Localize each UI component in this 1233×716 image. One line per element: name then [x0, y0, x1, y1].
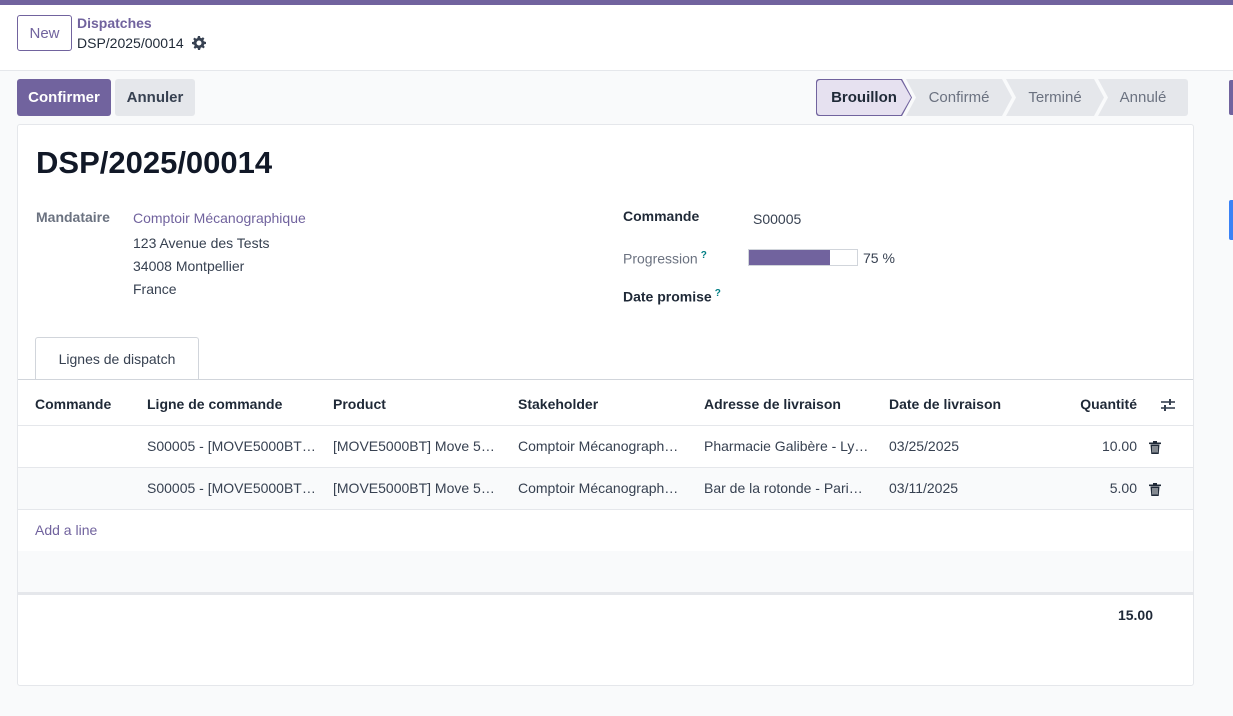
address-line: 123 Avenue des Tests	[133, 235, 270, 251]
column-header[interactable]: Date de livraison	[883, 383, 1033, 426]
column-header[interactable]: Commande	[18, 383, 141, 426]
form-sheet: DSP/2025/00014 Mandataire Comptoir Mécan…	[17, 124, 1194, 686]
tab-divider	[18, 379, 1193, 380]
empty-row	[18, 551, 1193, 593]
stage-annule[interactable]: Annulé	[1098, 79, 1188, 116]
address-line: France	[133, 281, 177, 297]
help-icon[interactable]: ?	[701, 250, 707, 261]
record-title: DSP/2025/00014	[36, 145, 273, 180]
table-header-row: Commande Ligne de commande Product Stake…	[18, 383, 1193, 426]
trash-icon[interactable]	[1149, 440, 1161, 454]
cell-ligne[interactable]: S00005 - [MOVE5000BT…	[141, 467, 327, 510]
dispatch-lines-table: Commande Ligne de commande Product Stake…	[18, 383, 1193, 552]
column-header[interactable]: Stakeholder	[512, 383, 698, 426]
cancel-button[interactable]: Annuler	[115, 79, 195, 116]
breadcrumb-current: DSP/2025/00014	[77, 35, 206, 51]
progress-bar	[748, 249, 858, 266]
stage-label: Confirmé	[928, 89, 990, 106]
mandataire-label: Mandataire	[36, 209, 110, 225]
stage-termine[interactable]: Terminé	[1006, 79, 1104, 116]
cell-commande[interactable]	[18, 467, 141, 510]
status-bar: Brouillon Confirmé Terminé Annulé	[816, 79, 1188, 116]
help-icon[interactable]: ?	[715, 288, 721, 299]
cell-ligne[interactable]: S00005 - [MOVE5000BT…	[141, 425, 327, 468]
gear-icon[interactable]	[191, 36, 206, 50]
date-promise-label-text: Date promise	[623, 288, 712, 305]
trash-icon[interactable]	[1149, 482, 1161, 496]
side-indicator	[1229, 200, 1233, 240]
commande-label: Commande	[623, 208, 700, 224]
commande-value[interactable]: S00005	[753, 211, 801, 227]
action-buttons: Confirmer Annuler	[17, 79, 195, 116]
stage-label: Terminé	[1028, 89, 1082, 106]
tab-lignes-de-dispatch[interactable]: Lignes de dispatch	[35, 337, 199, 380]
progression-label-text: Progression	[623, 250, 698, 267]
cell-delete[interactable]	[1143, 425, 1193, 468]
column-header[interactable]: Product	[327, 383, 512, 426]
cell-product[interactable]: [MOVE5000BT] Move 5…	[327, 425, 512, 468]
stage-brouillon[interactable]: Brouillon	[816, 79, 912, 116]
address-line: 34008 Montpellier	[133, 258, 245, 274]
stage-label: Brouillon	[831, 89, 897, 106]
cell-quantite[interactable]: 5.00	[1033, 467, 1143, 510]
progress-fill	[749, 250, 830, 265]
cell-adresse[interactable]: Pharmacie Galibère - Ly…	[698, 425, 883, 468]
add-line-cell: Add a line	[18, 509, 1193, 552]
table-row[interactable]: S00005 - [MOVE5000BT… [MOVE5000BT] Move …	[18, 467, 1193, 510]
cell-product[interactable]: [MOVE5000BT] Move 5…	[327, 467, 512, 510]
column-header[interactable]: Adresse de livraison	[698, 383, 883, 426]
cell-commande[interactable]	[18, 425, 141, 468]
confirm-button[interactable]: Confirmer	[17, 79, 111, 116]
new-button[interactable]: New	[17, 15, 72, 51]
date-promise-label: Date promise?	[623, 288, 721, 305]
mandataire-link[interactable]: Comptoir Mécanographique	[133, 210, 306, 226]
add-line-row: Add a line	[18, 509, 1193, 552]
table-footer-divider	[18, 593, 1193, 595]
progression-label: Progression?	[623, 250, 707, 267]
table-row[interactable]: S00005 - [MOVE5000BT… [MOVE5000BT] Move …	[18, 425, 1193, 468]
side-indicator	[1229, 80, 1233, 115]
sliders-icon[interactable]	[1160, 398, 1176, 412]
cell-date[interactable]: 03/25/2025	[883, 425, 1033, 468]
cell-stakeholder[interactable]: Comptoir Mécanograph…	[512, 467, 698, 510]
column-header[interactable]: Quantité	[1033, 383, 1143, 426]
column-header[interactable]: Ligne de commande	[141, 383, 327, 426]
stage-confirme[interactable]: Confirmé	[906, 79, 1012, 116]
breadcrumb-current-label: DSP/2025/00014	[77, 35, 184, 51]
breadcrumb-parent[interactable]: Dispatches	[77, 15, 152, 31]
cell-delete[interactable]	[1143, 467, 1193, 510]
cell-stakeholder[interactable]: Comptoir Mécanograph…	[512, 425, 698, 468]
column-settings[interactable]	[1143, 383, 1193, 426]
progress-text: 75 %	[863, 250, 895, 266]
cell-adresse[interactable]: Bar de la rotonde - Pari…	[698, 467, 883, 510]
stage-label: Annulé	[1119, 89, 1167, 106]
cell-date[interactable]: 03/11/2025	[883, 467, 1033, 510]
cell-quantite[interactable]: 10.00	[1033, 425, 1143, 468]
quantity-total: 15.00	[1117, 607, 1153, 623]
add-line-link[interactable]: Add a line	[35, 522, 97, 538]
control-panel: New Dispatches DSP/2025/00014	[0, 5, 1233, 71]
